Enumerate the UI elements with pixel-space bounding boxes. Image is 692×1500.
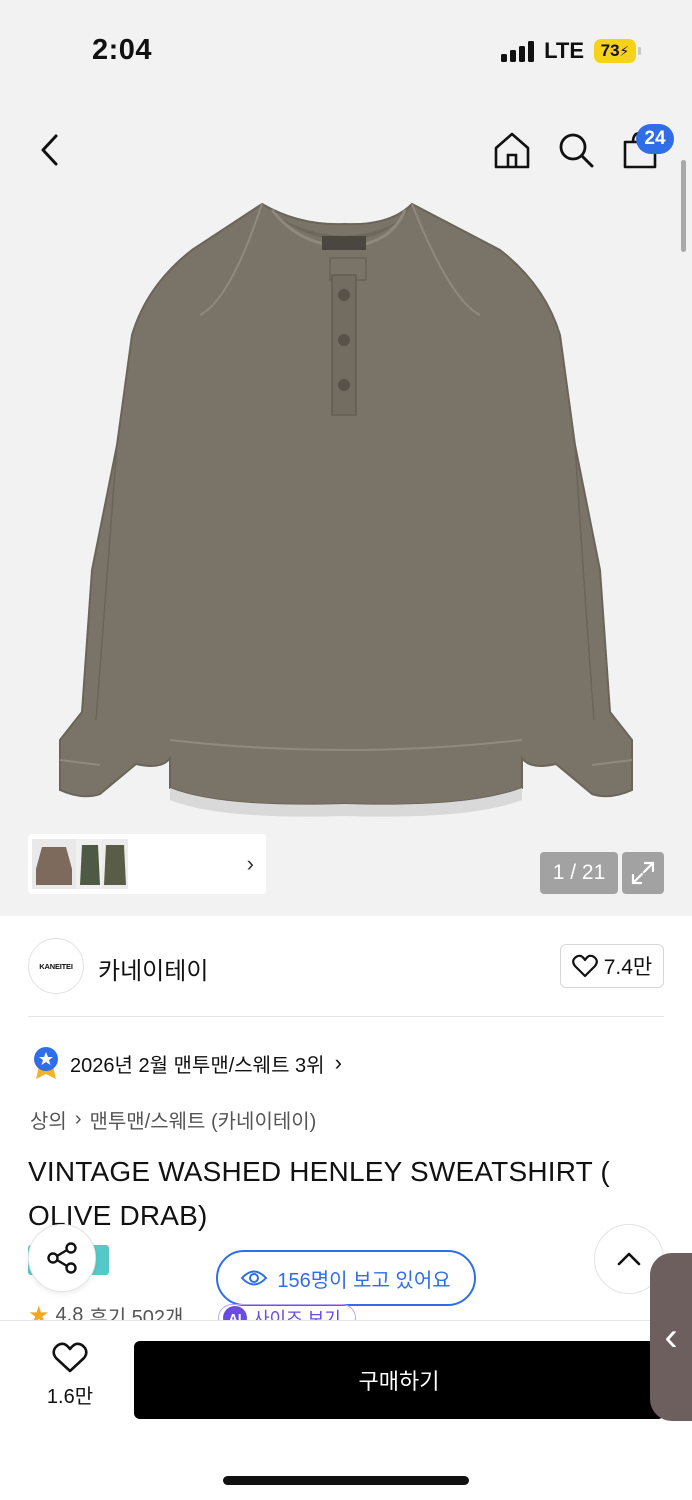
product-image-gallery[interactable] <box>0 100 692 916</box>
heart-icon <box>52 1342 88 1373</box>
product-title: VINTAGE WASHED HENLEY SWEATSHIRT ( OLIVE… <box>28 1156 610 1231</box>
cart-count-badge: 24 <box>636 124 674 154</box>
side-drawer-tab[interactable]: ‹ <box>650 1253 692 1421</box>
breadcrumb-category[interactable]: 상의 <box>30 1105 67 1134</box>
home-indicator[interactable] <box>223 1476 469 1485</box>
home-icon <box>494 132 530 169</box>
back-button[interactable] <box>28 128 72 172</box>
share-button[interactable] <box>28 1224 96 1292</box>
battery-icon: 73 ⚡ <box>594 39 641 63</box>
ranking-link[interactable]: 2026년 2월 맨투맨/스웨트 3위 › <box>32 1046 342 1080</box>
wishlist-button[interactable]: 1.6만 <box>40 1342 100 1414</box>
viewers-text: 156명이 보고 있어요 <box>277 1269 451 1292</box>
brand-logo[interactable]: KANEITEI <box>28 938 84 994</box>
brand-logo-text: KANEITEI <box>39 961 73 971</box>
home-button[interactable] <box>490 128 534 172</box>
scrollbar[interactable] <box>681 160 686 252</box>
chevron-right-icon: › <box>334 1050 342 1075</box>
brand-like-count: 7.4만 <box>603 956 653 979</box>
signal-icon <box>501 40 535 62</box>
buy-button[interactable]: 구매하기 <box>134 1341 664 1419</box>
network-label: LTE <box>544 38 584 63</box>
chevron-right-icon[interactable]: › <box>247 851 254 877</box>
sweatshirt-image <box>59 202 633 817</box>
product-detail-screen: 2:04 LTE 73 ⚡ 24 › 1 / 21 KANEITEI 카네이테이… <box>0 0 692 1500</box>
chevron-left-icon <box>41 134 58 166</box>
image-counter: 1 / 21 <box>540 852 618 894</box>
divider <box>28 1016 664 1017</box>
search-icon <box>559 133 594 168</box>
ranking-badge-icon <box>34 1047 58 1079</box>
breadcrumb-subcategory[interactable]: 맨투맨/스웨트 (카네이테이) <box>89 1105 316 1134</box>
chevron-left-icon: ‹ <box>664 1314 678 1359</box>
viewers-indicator: 156명이 보고 있어요 <box>216 1250 476 1306</box>
wishlist-count: 1.6만 <box>46 1386 94 1408</box>
heart-icon <box>571 954 598 978</box>
status-bar: 2:04 LTE 73 ⚡ <box>0 0 692 100</box>
expand-button[interactable] <box>622 852 664 894</box>
status-time: 2:04 <box>92 34 153 66</box>
thumbnail-strip[interactable]: › <box>28 834 266 894</box>
chevron-right-icon: › <box>74 1108 82 1130</box>
share-icon <box>47 1242 77 1274</box>
eye-icon <box>241 1270 268 1286</box>
brand-like-button[interactable]: 7.4만 <box>560 944 664 988</box>
breadcrumb: 상의 › 맨투맨/스웨트 (카네이테이) <box>30 1105 316 1134</box>
thumbnail-images[interactable] <box>32 839 128 889</box>
brand-name[interactable]: 카네이테이 <box>98 951 208 986</box>
battery-level: 73 <box>600 41 620 60</box>
chevron-up-icon <box>617 1252 641 1266</box>
expand-icon <box>631 861 655 885</box>
search-button[interactable] <box>554 128 598 172</box>
status-indicators: LTE 73 ⚡ <box>501 38 641 64</box>
ranking-text: 2026년 2월 맨투맨/스웨트 3위 <box>70 1054 325 1077</box>
